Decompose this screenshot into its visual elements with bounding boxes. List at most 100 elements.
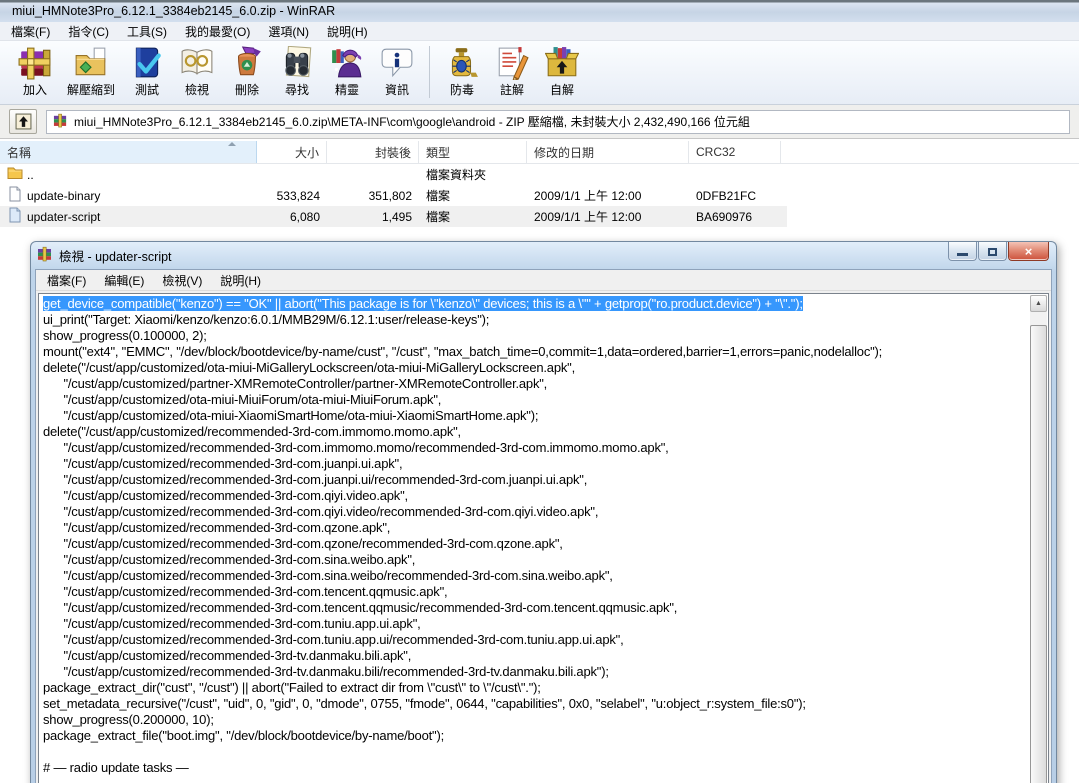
restore-icon — [988, 248, 997, 256]
viewer-title: 檢視 - updater-script — [59, 250, 172, 264]
script-text-area[interactable]: get_device_compatible("kenzo") == "OK" |… — [38, 293, 1049, 783]
script-line: "/cust/app/customized/recommended-3rd-co… — [43, 568, 1048, 584]
table-row[interactable]: update-binary 533,824 351,802 檔案 2009/1/1 上午… — [0, 185, 787, 206]
restore-button[interactable] — [978, 242, 1007, 261]
script-line-text: set_metadata_recursive("/cust", "uid", 0… — [43, 696, 806, 711]
main-menu-item-0[interactable]: 檔案(F) — [2, 21, 59, 42]
toolbar-button-delete[interactable]: 刪除 — [222, 44, 272, 100]
sort-ascending-icon — [228, 142, 236, 146]
minimize-button[interactable] — [948, 242, 977, 261]
table-row[interactable]: .. 檔案資料夾 — [0, 164, 787, 185]
file-list: .. 檔案資料夾 update-binary 533,824 351,802 檔案 2009… — [0, 164, 1079, 227]
toolbar-button-extract-to[interactable]: 解壓縮到 — [60, 44, 122, 100]
script-line: show_progress(0.200000, 10); — [43, 712, 1048, 728]
toolbar-button-label: 刪除 — [235, 83, 260, 97]
script-line-text: "/cust/app/customized/ota-miui-MiuiForum… — [43, 392, 442, 407]
toolbar-button-label: 防毒 — [450, 83, 475, 97]
main-menu-item-1[interactable]: 指令(C) — [59, 21, 118, 42]
toolbar-button-sfx[interactable]: 自解 — [537, 44, 587, 100]
table-row[interactable]: updater-script 6,080 1,495 檔案 2009/1/1 上午 12… — [0, 206, 787, 227]
script-lines: get_device_compatible("kenzo") == "OK" |… — [43, 296, 1048, 776]
script-line: "/cust/app/customized/recommended-3rd-co… — [43, 456, 1048, 472]
close-button[interactable]: × — [1008, 242, 1049, 261]
script-line-text: "/cust/app/customized/ota-miui-XiaomiSma… — [43, 408, 539, 423]
toolbar-button-virus-scan[interactable]: 防毒 — [437, 44, 487, 100]
script-line: "/cust/app/customized/recommended-3rd-tv… — [43, 664, 1048, 680]
viewer-titlebar[interactable]: 檢視 - updater-script × — [31, 242, 1056, 269]
viewer-menu-item-2[interactable]: 檢視(V) — [153, 270, 211, 291]
script-line: "/cust/app/customized/recommended-3rd-co… — [43, 440, 1048, 456]
script-line: "/cust/app/customized/recommended-3rd-co… — [43, 632, 1048, 648]
script-line: "/cust/app/customized/recommended-3rd-co… — [43, 488, 1048, 504]
column-header-2[interactable]: 封裝後 — [327, 141, 419, 163]
script-line: package_extract_file("boot.img", "/dev/b… — [43, 728, 1048, 744]
script-line: set_metadata_recursive("/cust", "uid", 0… — [43, 696, 1048, 712]
script-line: "/cust/app/customized/recommended-3rd-co… — [43, 520, 1048, 536]
main-menu-item-5[interactable]: 說明(H) — [318, 21, 377, 42]
column-header-4[interactable]: 修改的日期 — [527, 141, 689, 163]
toolbar-button-wizard[interactable]: 精靈 — [322, 44, 372, 100]
viewer-menu-item-3[interactable]: 說明(H) — [211, 270, 270, 291]
scrollbar-thumb[interactable] — [1030, 325, 1047, 783]
address-row: miui_HMNote3Pro_6.12.1_3384eb2145_6.0.zi… — [0, 105, 1079, 139]
script-line: "/cust/app/customized/partner-XMRemoteCo… — [43, 376, 1048, 392]
cell-modified: 2009/1/1 上午 12:00 — [534, 210, 642, 224]
script-line: "/cust/app/customized/recommended-3rd-co… — [43, 600, 1048, 616]
toolbar-button-label: 檢視 — [185, 83, 210, 97]
cell-name: updater-script — [0, 207, 257, 226]
column-header-5[interactable]: CRC32 — [689, 141, 781, 163]
toolbar-button-info[interactable]: 資訊 — [372, 44, 422, 100]
file-icon — [7, 186, 23, 205]
toolbar-button-label: 尋找 — [285, 83, 310, 97]
toolbar-button-comment[interactable]: 註解 — [487, 44, 537, 100]
address-bar[interactable]: miui_HMNote3Pro_6.12.1_3384eb2145_6.0.zi… — [46, 109, 1070, 134]
column-header-1[interactable]: 大小 — [257, 141, 327, 163]
script-line-text: get_device_compatible("kenzo") == "OK" |… — [43, 296, 803, 311]
cell-type: 檔案 — [426, 189, 451, 203]
find-icon — [280, 45, 314, 80]
cell-modified: 2009/1/1 上午 12:00 — [534, 189, 642, 203]
file-name: updater-script — [27, 209, 101, 224]
viewer-menu-item-0[interactable]: 檔案(F) — [38, 270, 95, 291]
toolbar-button-label: 解壓縮到 — [67, 83, 116, 97]
column-header-0[interactable]: 名稱 — [0, 141, 257, 163]
toolbar-separator — [429, 46, 431, 98]
view-file-icon — [180, 46, 214, 80]
cell-size: 6,080 — [289, 209, 320, 224]
file-icon-blue — [7, 207, 23, 226]
main-menu-item-4[interactable]: 選項(N) — [259, 21, 318, 42]
script-line-text: "/cust/app/customized/recommended-3rd-tv… — [43, 648, 412, 663]
main-menu-item-2[interactable]: 工具(S) — [118, 21, 176, 42]
script-line-text: package_extract_dir("cust", "/cust") || … — [43, 680, 541, 695]
scroll-up-button[interactable]: ▲ — [1030, 295, 1047, 312]
file-list-header: 名稱 大小 封裝後 類型 修改的日期 CRC32 — [0, 141, 1079, 164]
cell-size: 533,824 — [276, 188, 320, 203]
script-line-text: "/cust/app/customized/recommended-3rd-co… — [43, 456, 403, 471]
script-line-text: "/cust/app/customized/recommended-3rd-co… — [43, 504, 599, 519]
script-line — [43, 744, 1048, 760]
test-archive-icon — [130, 46, 164, 80]
script-line: "/cust/app/customized/ota-miui-XiaomiSma… — [43, 408, 1048, 424]
main-toolbar: 加入 解壓縮到 測試 檢視 刪除 尋找 精靈 資訊 防毒 註解 自解 — [0, 41, 1079, 105]
toolbar-button-add-archive[interactable]: 加入 — [10, 44, 60, 100]
minimize-icon — [957, 253, 968, 256]
script-line: mount("ext4", "EMMC", "/dev/block/bootde… — [43, 344, 1048, 360]
script-line-text: show_progress(0.200000, 10); — [43, 712, 214, 727]
script-line-text: "/cust/app/customized/recommended-3rd-co… — [43, 536, 563, 551]
file-name: update-binary — [27, 188, 101, 203]
cell-crc: 0DFB21FC — [696, 188, 757, 203]
toolbar-button-find[interactable]: 尋找 — [272, 44, 322, 100]
file-name: .. — [27, 167, 34, 182]
winrar-mini — [53, 113, 68, 131]
script-line-text: "/cust/app/customized/recommended-3rd-co… — [43, 568, 613, 583]
toolbar-button-view-file[interactable]: 檢視 — [172, 44, 222, 100]
viewer-menu-item-1[interactable]: 編輯(E) — [95, 270, 153, 291]
toolbar-button-test-archive[interactable]: 測試 — [122, 44, 172, 100]
script-line-text: "/cust/app/customized/recommended-3rd-co… — [43, 520, 391, 535]
up-dir-icon[interactable] — [9, 109, 37, 134]
script-line-text: delete("/cust/app/customized/ota-miui-Mi… — [43, 360, 575, 375]
column-header-3[interactable]: 類型 — [419, 141, 527, 163]
script-line: "/cust/app/customized/recommended-3rd-co… — [43, 536, 1048, 552]
vertical-scrollbar[interactable]: ▲ — [1030, 295, 1047, 783]
main-menu-item-3[interactable]: 我的最愛(O) — [176, 21, 259, 42]
